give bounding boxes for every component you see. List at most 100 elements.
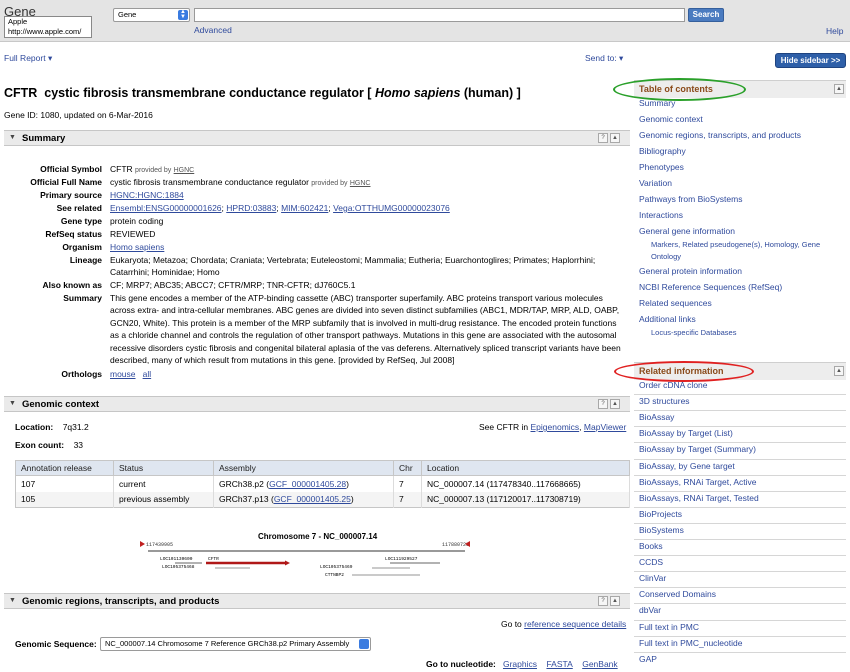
search-button[interactable]: Search	[688, 8, 724, 22]
hprd-link[interactable]: HPRD:03883	[226, 203, 276, 213]
send-to-menu[interactable]: Send to: ▾	[585, 53, 623, 64]
toc-highlight-ellipse	[613, 78, 746, 101]
search-input[interactable]	[194, 8, 685, 22]
gene-label: CTTNBP2	[325, 572, 344, 578]
cell-location: NC_000007.13 (117120017..117308719)	[421, 491, 630, 508]
full-report-label: Full Report	[4, 53, 46, 63]
related-info-item[interactable]: BioAssay	[639, 412, 674, 422]
toc-item-pathways[interactable]: Pathways from BioSystems	[639, 194, 742, 204]
related-item-separator	[634, 506, 846, 508]
fasta-link[interactable]: FASTA	[546, 659, 572, 669]
related-info-item[interactable]: BioAssays, RNAi Target, Tested	[639, 493, 759, 503]
assembly-close: )	[350, 494, 354, 505]
related-info-item[interactable]: Books	[639, 541, 663, 551]
gene-label: LOC105375468	[162, 564, 195, 570]
organism-link[interactable]: Homo sapiens	[110, 242, 164, 252]
right-coord: 117880723	[442, 542, 469, 548]
related-info-item[interactable]: CCDS	[639, 557, 663, 567]
all-orthologs-link[interactable]: all	[143, 369, 152, 379]
ref-seq-details-link[interactable]: reference sequence details	[524, 619, 626, 629]
toc-item-phenotypes[interactable]: Phenotypes	[639, 162, 684, 172]
toc-item-variation[interactable]: Variation	[639, 178, 672, 188]
toc-item-interactions[interactable]: Interactions	[639, 210, 683, 220]
hide-sidebar-button[interactable]: Hide sidebar >>	[775, 53, 846, 68]
label-lineage: Lineage	[69, 255, 102, 265]
toc-item-genomic-regions[interactable]: Genomic regions, transcripts, and produc…	[639, 130, 801, 140]
chevron-updown-icon: ▲ ▼	[178, 9, 188, 20]
toc-item-genomic-context[interactable]: Genomic context	[639, 114, 703, 124]
genomic-regions-section-header[interactable]: ▼ Genomic regions, transcripts, and prod…	[4, 593, 630, 609]
genomic-sequence-select[interactable]: NC_000007.14 Chromosome 7 Reference GRCh…	[100, 637, 371, 651]
related-info-item[interactable]: ClinVar	[639, 573, 666, 583]
official-symbol-value: CFTR provided by HGNC	[110, 164, 194, 176]
help-icon[interactable]: ?	[598, 399, 608, 409]
hgnc-link[interactable]: HGNC	[174, 167, 195, 174]
cell-status: current	[113, 475, 214, 492]
related-info-item[interactable]: BioAssays, RNAi Target, Active	[639, 477, 756, 487]
related-item-separator	[634, 587, 846, 589]
toc-subitems-gene-info[interactable]: Markers, Related pseudogene(s), Homology…	[651, 239, 841, 263]
col-annotation-release: Annotation release	[15, 460, 114, 476]
label-summary: Summary	[63, 293, 102, 303]
related-info-item[interactable]: dbVar	[639, 605, 661, 615]
toc-item-related-sequences[interactable]: Related sequences	[639, 298, 712, 308]
toc-item-general-protein-info[interactable]: General protein information	[639, 266, 742, 276]
related-info-item[interactable]: Full text in PMC	[639, 622, 699, 632]
related-info-item[interactable]: BioAssay by Target (List)	[639, 428, 733, 438]
full-report-menu[interactable]: Full Report ▾	[4, 53, 52, 64]
col-assembly: Assembly	[213, 460, 394, 476]
related-info-item[interactable]: BioAssay by Target (Summary)	[639, 444, 756, 454]
toc-item-summary[interactable]: Summary	[639, 98, 675, 108]
mapviewer-link[interactable]: MapViewer	[584, 422, 626, 432]
related-item-separator	[634, 458, 846, 460]
gcf-link[interactable]: GCF_000001405.25	[274, 494, 351, 504]
advanced-search-link[interactable]: Advanced	[194, 25, 232, 35]
summary-section-title: Summary	[22, 133, 66, 144]
gcf-link[interactable]: GCF_000001405.28	[269, 479, 346, 489]
related-info-item[interactable]: BioProjects	[639, 509, 682, 519]
cell-assembly: GRCh38.p2 (GCF_000001405.28)	[213, 475, 394, 492]
toc-item-general-gene-info[interactable]: General gene information	[639, 226, 735, 236]
label-primary-source: Primary source	[40, 190, 102, 200]
toc-item-additional-links[interactable]: Additional links	[639, 314, 696, 324]
related-info-item[interactable]: 3D structures	[639, 396, 690, 406]
genbank-link[interactable]: GenBank	[582, 659, 617, 669]
primary-source-link[interactable]: HGNC:HGNC:1884	[110, 190, 184, 200]
help-link[interactable]: Help	[826, 26, 843, 36]
toc-item-refseq[interactable]: NCBI Reference Sequences (RefSeq)	[639, 282, 782, 292]
collapse-up-icon[interactable]: ▲	[834, 366, 844, 376]
toc-item-bibliography[interactable]: Bibliography	[639, 146, 686, 156]
cell-location: NC_000007.14 (117478340..117668665)	[421, 475, 630, 492]
label-gene-type: Gene type	[60, 216, 102, 226]
epigenomics-link[interactable]: Epigenomics	[531, 422, 580, 432]
related-info-item[interactable]: BioAssay, by Gene target	[639, 461, 735, 471]
related-info-item[interactable]: Order cDNA clone	[639, 380, 708, 390]
mouse-ortholog-link[interactable]: mouse	[110, 369, 136, 379]
related-info-item[interactable]: GAP	[639, 654, 657, 664]
graphics-link[interactable]: Graphics	[503, 659, 537, 669]
vega-link[interactable]: Vega:OTTHUMG00000023076	[333, 203, 450, 213]
location-value: 7q31.2	[62, 422, 89, 432]
collapse-up-icon[interactable]: ▲	[834, 84, 844, 94]
label-official-full-name: Official Full Name	[30, 177, 102, 187]
genomic-sequence-label: Genomic Sequence:	[15, 639, 97, 649]
collapse-up-icon[interactable]: ▲	[610, 133, 620, 143]
collapse-up-icon[interactable]: ▲	[610, 596, 620, 606]
genomic-context-section-header[interactable]: ▼ Genomic context ? ▲	[4, 396, 630, 412]
related-info-item[interactable]: Full text in PMC_nucleotide	[639, 638, 742, 648]
page-title: CFTR cystic fibrosis transmembrane condu…	[4, 86, 521, 100]
chromosome-diagram[interactable]: Chromosome 7 - NC_000007.14 117439905 11…	[140, 530, 470, 590]
hgnc-link[interactable]: HGNC	[350, 180, 371, 187]
left-arrow-icon[interactable]	[140, 541, 145, 547]
toc-subitem-locus-dbs[interactable]: Locus-specific Databases	[651, 327, 736, 339]
help-icon[interactable]: ?	[598, 133, 608, 143]
provided-by-text: provided by	[311, 180, 348, 187]
related-info-item[interactable]: BioSystems	[639, 525, 684, 535]
mim-link[interactable]: MIM:602421	[281, 203, 328, 213]
collapse-up-icon[interactable]: ▲	[610, 399, 620, 409]
help-icon[interactable]: ?	[598, 596, 608, 606]
database-select[interactable]: Gene ▲ ▼	[113, 8, 190, 22]
ensembl-link[interactable]: Ensembl:ENSG00000001626	[110, 203, 222, 213]
summary-section-header[interactable]: ▼ Summary ? ▲	[4, 130, 630, 146]
related-info-item[interactable]: Conserved Domains	[639, 589, 716, 599]
